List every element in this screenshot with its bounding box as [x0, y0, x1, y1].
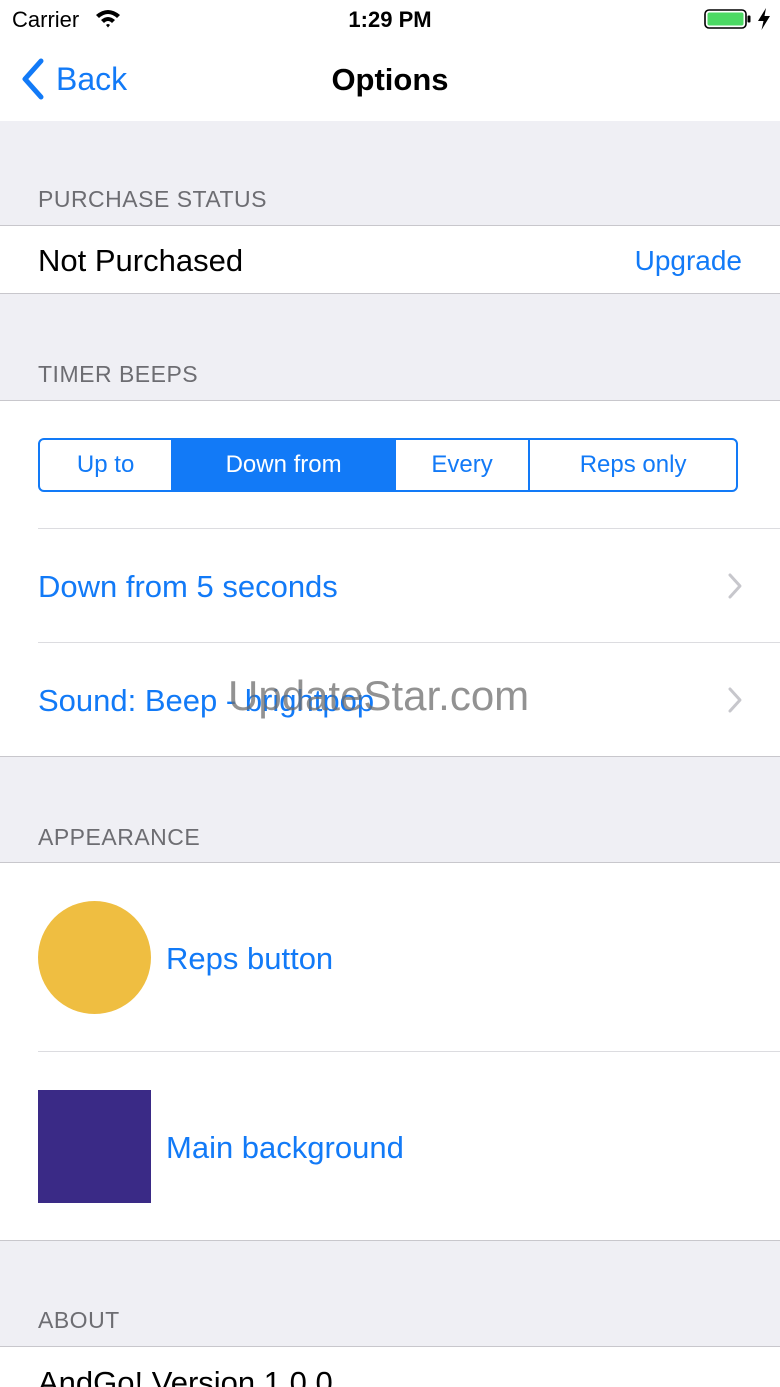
purchase-status-header: PURCHASE STATUS	[38, 186, 268, 212]
navigation-bar: Back Options	[0, 40, 780, 121]
appearance-header: APPEARANCE	[38, 824, 201, 850]
interval-row[interactable]: Down from 5 seconds	[0, 529, 780, 642]
battery-icon	[704, 9, 751, 29]
reps-button-row[interactable]: Reps button	[0, 863, 780, 1051]
chevron-right-icon	[728, 573, 742, 599]
segment-every[interactable]: Every	[396, 440, 531, 490]
status-bar: Carrier 1:29 PM	[0, 0, 780, 40]
about-header: ABOUT	[38, 1307, 120, 1333]
beep-mode-segmented-control[interactable]: Up to Down from Every Reps only	[38, 438, 738, 492]
timer-beeps-header: TIMER BEEPS	[38, 361, 199, 387]
segment-down-from[interactable]: Down from	[173, 440, 396, 490]
purchase-status-group: Not Purchased Upgrade	[0, 225, 780, 294]
main-background-color-swatch	[38, 1090, 151, 1203]
status-time: 1:29 PM	[348, 7, 432, 32]
chevron-right-icon	[728, 687, 742, 713]
app-version-label: AndGo! Version 1.0.0	[38, 1365, 333, 1387]
segment-reps-only[interactable]: Reps only	[530, 440, 736, 490]
main-background-row[interactable]: Main background	[0, 1052, 780, 1241]
purchase-status-value: Not Purchased	[38, 243, 244, 278]
bolt-icon	[758, 8, 770, 30]
main-background-label: Main background	[166, 1130, 404, 1165]
watermark: UpdateStar.com	[228, 672, 530, 719]
segment-up-to[interactable]: Up to	[40, 440, 174, 490]
page-title: Options	[331, 62, 449, 97]
appearance-group: Reps button Main background	[0, 862, 780, 1241]
reps-button-color-swatch	[38, 901, 151, 1014]
reps-button-label: Reps button	[166, 941, 334, 976]
upgrade-button[interactable]: Upgrade	[635, 245, 742, 277]
interval-label: Down from 5 seconds	[38, 569, 338, 604]
about-group: AndGo! Version 1.0.0	[0, 1346, 780, 1387]
